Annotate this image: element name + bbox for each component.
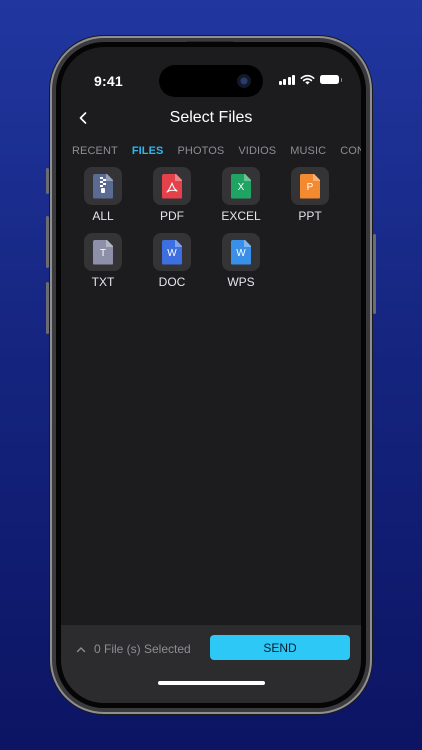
selection-bar: 0 File (s) Selected SEND: [61, 625, 361, 703]
file-type-tile: T: [84, 233, 122, 271]
chevron-up-icon: [76, 647, 86, 653]
home-indicator[interactable]: [158, 681, 265, 685]
action-button: [46, 168, 49, 194]
archive-file-icon: [93, 173, 113, 199]
file-type-tile: W: [153, 233, 191, 271]
header: Select Files: [61, 105, 361, 133]
file-type-tile: [84, 167, 122, 205]
file-type-txt[interactable]: T TXT: [83, 233, 123, 289]
file-type-excel[interactable]: X EXCEL: [221, 167, 261, 223]
tab-recent[interactable]: RECENT: [72, 145, 118, 157]
file-type-label: WPS: [227, 275, 255, 289]
file-type-tile: W: [222, 233, 260, 271]
excel-glyph: X: [237, 182, 245, 193]
txt-glyph: T: [99, 248, 107, 259]
file-type-grid: ALL PDF X EXCEL P PPT T TXT W DOC W WPS: [83, 167, 353, 289]
screen: 9:41 Select Files RECENT FILES PHOTOS VI…: [61, 47, 361, 703]
doc-file-icon: W: [162, 239, 182, 265]
file-type-tile: X: [222, 167, 260, 205]
file-type-tile: P: [291, 167, 329, 205]
excel-file-icon: X: [231, 173, 251, 199]
file-type-label: PPT: [298, 209, 322, 223]
tab-photos[interactable]: PHOTOS: [178, 145, 225, 157]
pdf-file-icon: [162, 173, 182, 199]
file-type-ppt[interactable]: P PPT: [290, 167, 330, 223]
power-button: [373, 234, 376, 314]
volume-up-button: [46, 216, 49, 268]
file-type-pdf[interactable]: PDF: [152, 167, 192, 223]
battery-icon: [320, 75, 342, 84]
tab-videos[interactable]: VIDIOS: [238, 145, 276, 157]
wps-glyph: W: [236, 248, 246, 259]
file-type-tile: [153, 167, 191, 205]
ppt-glyph: P: [306, 182, 314, 193]
tab-contacts[interactable]: CONTACTS: [340, 145, 361, 157]
tab-files[interactable]: FILES: [132, 145, 164, 157]
file-type-doc[interactable]: W DOC: [152, 233, 192, 289]
file-type-label: PDF: [160, 209, 184, 223]
status-time: 9:41: [94, 73, 123, 89]
file-type-wps[interactable]: W WPS: [221, 233, 261, 289]
dynamic-island: [159, 65, 263, 97]
wifi-icon: [300, 74, 315, 85]
ppt-file-icon: P: [300, 173, 320, 199]
txt-file-icon: T: [93, 239, 113, 265]
volume-down-button: [46, 282, 49, 334]
file-type-label: ALL: [92, 209, 114, 223]
phone-frame: 9:41 Select Files RECENT FILES PHOTOS VI…: [46, 36, 376, 714]
category-tabs: RECENT FILES PHOTOS VIDIOS MUSIC CONTACT…: [72, 145, 361, 157]
send-button[interactable]: SEND: [210, 635, 350, 660]
file-type-label: EXCEL: [221, 209, 261, 223]
file-type-all[interactable]: ALL: [83, 167, 123, 223]
camera-icon: [237, 74, 251, 88]
file-type-label: TXT: [91, 275, 115, 289]
doc-glyph: W: [167, 248, 177, 259]
file-type-label: DOC: [158, 275, 186, 289]
selected-count: 0 File (s) Selected: [94, 642, 191, 656]
wps-file-icon: W: [231, 239, 251, 265]
page-title: Select Files: [169, 109, 253, 126]
tab-music[interactable]: MUSIC: [290, 145, 326, 157]
status-icons: [278, 74, 342, 85]
signal-icon: [278, 74, 295, 85]
expand-selection-button[interactable]: [75, 643, 87, 655]
